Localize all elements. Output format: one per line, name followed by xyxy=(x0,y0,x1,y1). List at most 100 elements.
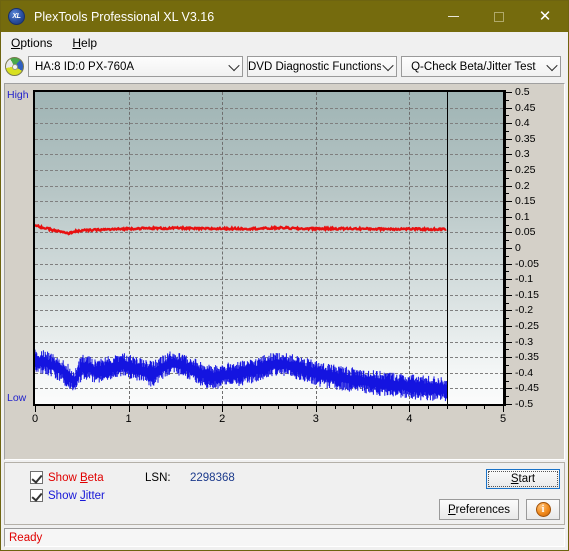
y-axis-tick-label: 0.45 xyxy=(515,101,536,114)
x-axis-minor-tick xyxy=(371,406,373,409)
x-axis-minor-tick xyxy=(184,406,186,409)
y-axis-minor-tick xyxy=(506,396,509,398)
show-beta-checkbox-row[interactable]: Show Beta xyxy=(30,471,104,484)
x-axis-minor-tick xyxy=(353,406,355,409)
minimize-button[interactable] xyxy=(430,1,476,32)
y-axis-tick xyxy=(506,263,512,265)
y-axis-tick-label: -0.15 xyxy=(515,288,539,301)
y-axis-tick xyxy=(506,216,512,218)
x-axis-tick xyxy=(35,406,36,412)
y-axis-tick xyxy=(506,357,512,359)
status-bar: Ready xyxy=(4,528,565,547)
y-axis-tick-label: -0.1 xyxy=(515,273,534,286)
y-axis-tick xyxy=(506,232,512,234)
x-axis-minor-tick xyxy=(203,406,205,409)
x-axis-tick xyxy=(222,406,224,412)
x-axis-minor-tick xyxy=(53,406,55,409)
test-select[interactable]: Q-Check Beta/Jitter Test xyxy=(401,56,561,77)
function-select[interactable]: DVD Diagnostic Functions xyxy=(247,56,397,77)
plot-area[interactable] xyxy=(33,90,506,406)
chevron-down-icon xyxy=(545,59,560,71)
start-button-label: Start xyxy=(510,473,536,485)
maximize-icon xyxy=(494,11,504,22)
menu-item-options[interactable]: Options xyxy=(8,34,60,52)
x-axis-minor-tick xyxy=(91,406,93,409)
y-axis-tick-label: 0.35 xyxy=(515,132,536,145)
minimize-icon xyxy=(447,16,459,17)
function-select-value: DVD Diagnostic Functions xyxy=(248,60,381,73)
menu-item-help[interactable]: Help xyxy=(69,34,105,52)
x-axis-tick xyxy=(503,406,504,412)
y-axis-tick-label: 0.15 xyxy=(515,195,536,208)
chart-traces xyxy=(35,223,448,402)
drive-select-value: HA:8 ID:0 PX-760A xyxy=(35,60,135,73)
y-axis-tick xyxy=(506,248,512,249)
y-axis-tick xyxy=(506,201,512,203)
beta-trace xyxy=(35,223,447,236)
preferences-button-label: Preferences xyxy=(447,503,510,516)
y-axis-tick xyxy=(506,279,512,281)
control-panel: Show Beta Show Jitter LSN: 2298368 Start… xyxy=(4,462,565,525)
y-axis-minor-tick xyxy=(506,177,509,179)
y-axis-minor-tick xyxy=(506,224,509,226)
y-axis-tick xyxy=(506,404,512,405)
x-axis-minor-tick xyxy=(278,406,280,409)
start-button[interactable]: Start xyxy=(486,469,560,489)
y-axis-tick-label: -0.45 xyxy=(515,382,539,395)
window-controls: ✕ xyxy=(430,1,568,32)
preferences-button[interactable]: Preferences xyxy=(439,499,519,520)
y-axis-tick xyxy=(506,92,512,93)
chart: High Low 0.5 0.45 0.4 0.35 0.3 0.25 0.2 0.15 0.1… xyxy=(5,84,564,459)
app-icon: XL xyxy=(8,8,25,25)
chevron-down-icon xyxy=(225,59,242,71)
y-axis-tick xyxy=(506,294,512,296)
y-axis-minor-tick xyxy=(506,162,509,164)
y-axis-tick xyxy=(506,170,512,171)
x-axis-tick-label: 0 xyxy=(31,413,39,425)
disc-icon xyxy=(5,57,24,76)
y-axis-tick xyxy=(506,326,512,327)
y-axis-minor-tick xyxy=(506,302,509,304)
drive-select[interactable]: HA:8 ID:0 PX-760A xyxy=(28,56,243,77)
chart-cursor-line[interactable] xyxy=(446,92,448,404)
lsn-label: LSN: xyxy=(145,472,171,484)
y-axis-tick xyxy=(506,310,512,312)
y-axis-minor-tick xyxy=(506,255,509,257)
y-axis: 0.5 0.45 0.4 0.35 0.3 0.25 0.2 0.15 0.1 0.05 0 -0.0… xyxy=(506,86,569,410)
x-axis-tick xyxy=(128,406,130,412)
info-button[interactable]: i xyxy=(526,499,560,520)
x-axis-minor-tick xyxy=(147,406,149,409)
y-axis-tick-label: 0.25 xyxy=(515,164,536,176)
y-axis-tick xyxy=(506,185,512,187)
y-axis-tick-label: -0.2 xyxy=(515,304,534,317)
y-axis-tick xyxy=(506,107,512,109)
y-axis-tick xyxy=(506,138,512,140)
maximize-button[interactable] xyxy=(476,1,522,32)
y-axis-minor-tick xyxy=(506,349,509,351)
y-axis-tick xyxy=(506,154,512,156)
y-axis-tick-label: 0.1 xyxy=(515,210,530,223)
y-axis-tick-label: 0.2 xyxy=(515,179,530,192)
x-axis-minor-tick xyxy=(334,406,336,409)
x-axis-minor-tick xyxy=(259,406,261,409)
y-axis-minor-tick xyxy=(506,209,509,210)
y-axis-tick-label: -0.25 xyxy=(515,320,539,332)
x-axis-minor-tick xyxy=(446,406,448,409)
menu-item-help-label: elp xyxy=(81,35,98,50)
show-jitter-checkbox-row[interactable]: Show Jitter xyxy=(30,489,105,502)
x-axis-minor-tick xyxy=(297,406,299,409)
x-axis-minor-tick xyxy=(390,406,392,409)
toolbar: HA:8 ID:0 PX-760A DVD Diagnostic Functio… xyxy=(1,53,568,80)
y-axis-tick-label: -0.4 xyxy=(515,366,534,379)
y-axis-tick-label: 0.05 xyxy=(515,226,536,239)
menu-bar: Options Help xyxy=(1,32,568,53)
x-axis-minor-tick xyxy=(428,406,430,409)
show-beta-checkbox[interactable] xyxy=(30,471,43,484)
chart-panel: High Low 0.5 0.45 0.4 0.35 0.3 0.25 0.2 0.15 0.1… xyxy=(4,83,565,460)
show-jitter-label: Show Jitter xyxy=(48,489,105,502)
y-axis-tick-label: 0.4 xyxy=(515,117,530,130)
y-axis-tick xyxy=(506,372,512,374)
window-title: PlexTools Professional XL V3.16 xyxy=(34,9,215,24)
close-button[interactable]: ✕ xyxy=(522,1,568,32)
show-jitter-checkbox[interactable] xyxy=(30,489,43,502)
